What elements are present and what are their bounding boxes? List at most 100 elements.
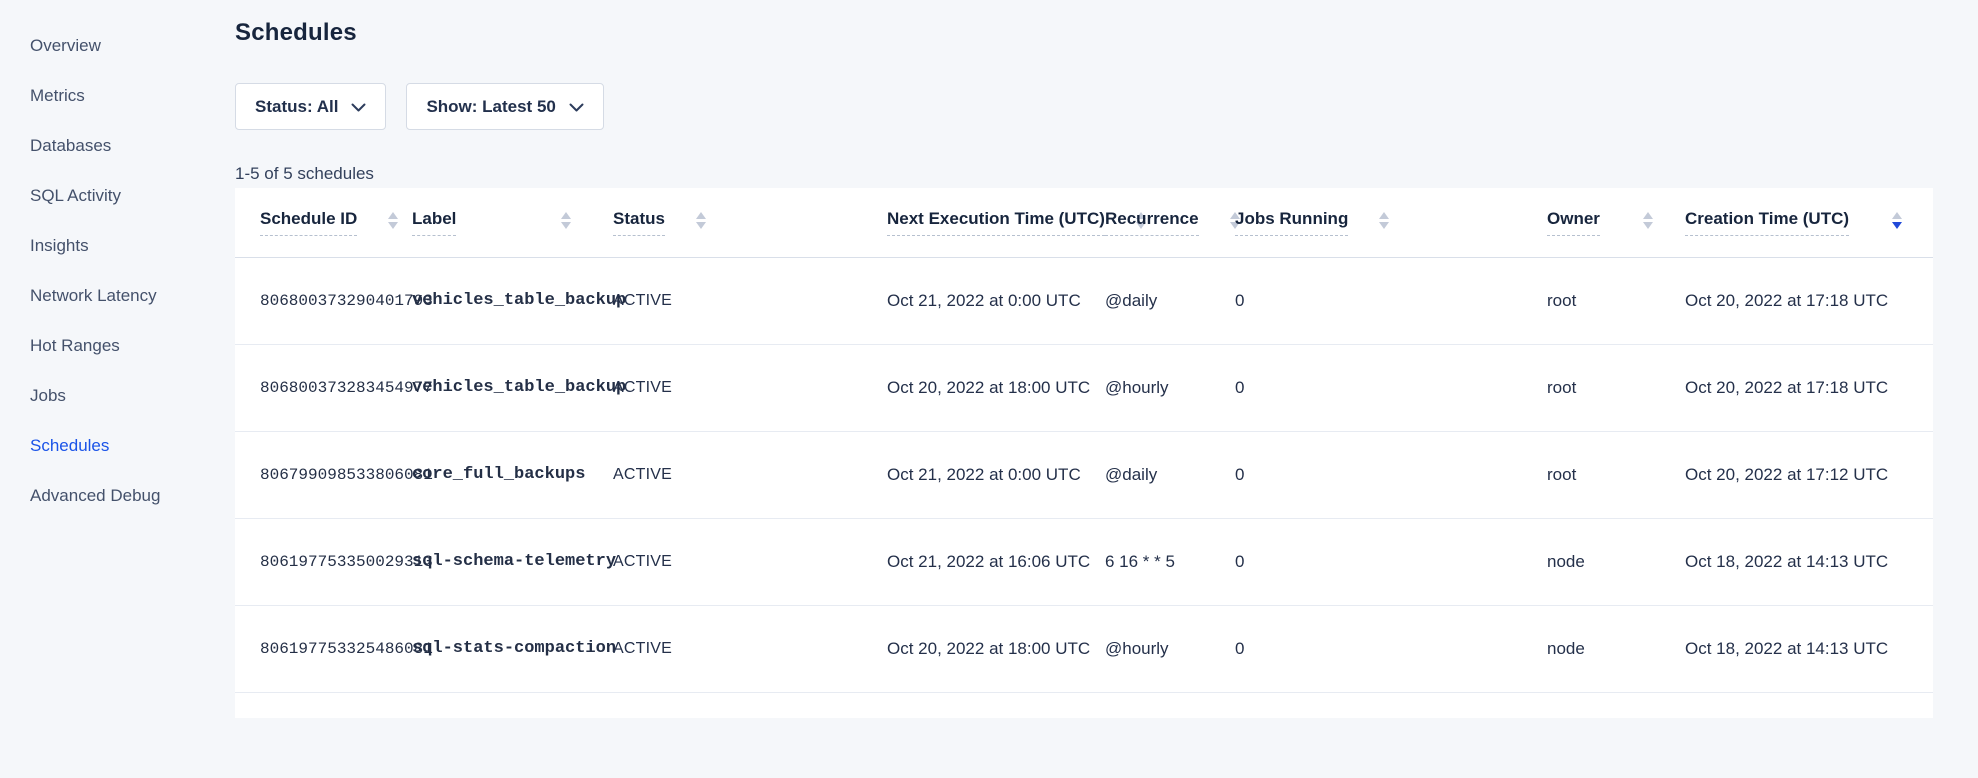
results-count: 1-5 of 5 schedules bbox=[235, 163, 1933, 185]
column-header-creation-time[interactable]: Creation Time (UTC) bbox=[1685, 188, 1933, 257]
sort-arrows-icon[interactable] bbox=[388, 212, 398, 229]
owner-cell: node bbox=[1547, 605, 1685, 692]
creation-time-cell: Oct 18, 2022 at 14:13 UTC bbox=[1685, 605, 1933, 692]
schedule-label-cell: sql-stats-compaction bbox=[412, 605, 613, 692]
schedule-label-cell: core_full_backups bbox=[412, 431, 613, 518]
schedule-label-cell: vehicles_table_backup bbox=[412, 344, 613, 431]
sort-arrows-icon[interactable] bbox=[1892, 212, 1902, 229]
show-filter-dropdown[interactable]: Show: Latest 50 bbox=[406, 83, 603, 130]
jobs-running-cell: 0 bbox=[1235, 605, 1547, 692]
show-filter-label: Show: Latest 50 bbox=[426, 97, 555, 117]
sidebar-item-label: Overview bbox=[30, 36, 101, 56]
table-header-row: Schedule ID Label Status Next Execution … bbox=[235, 188, 1933, 257]
sidebar-item-metrics[interactable]: Metrics bbox=[0, 71, 235, 121]
status-cell: ACTIVE bbox=[613, 431, 887, 518]
schedule-label-cell: vehicles_table_backup bbox=[412, 257, 613, 344]
table-row[interactable]: 806799098533806081 core_full_backups ACT… bbox=[235, 431, 1933, 518]
sidebar-item-overview[interactable]: Overview bbox=[0, 21, 235, 71]
column-header-next-execution-time[interactable]: Next Execution Time (UTC) bbox=[887, 188, 1105, 257]
sidebar-item-databases[interactable]: Databases bbox=[0, 121, 235, 171]
sort-arrows-icon[interactable] bbox=[1643, 212, 1653, 229]
status-cell: ACTIVE bbox=[613, 605, 887, 692]
owner-cell: root bbox=[1547, 431, 1685, 518]
column-header-label[interactable]: Label bbox=[412, 188, 613, 257]
chevron-down-icon bbox=[569, 97, 584, 117]
chevron-down-icon bbox=[351, 97, 366, 117]
jobs-running-cell: 0 bbox=[1235, 518, 1547, 605]
sidebar-item-label: Schedules bbox=[30, 436, 109, 456]
status-cell: ACTIVE bbox=[613, 344, 887, 431]
column-header-jobs-running[interactable]: Jobs Running bbox=[1235, 188, 1547, 257]
column-label: Status bbox=[613, 209, 665, 236]
schedule-id-cell: 806197753350029313 bbox=[235, 518, 412, 605]
sidebar-item-label: Insights bbox=[30, 236, 89, 256]
recurrence-cell: @hourly bbox=[1105, 344, 1235, 431]
next-execution-cell: Oct 21, 2022 at 0:00 UTC bbox=[887, 257, 1105, 344]
sidebar-item-label: SQL Activity bbox=[30, 186, 121, 206]
sidebar-item-label: Network Latency bbox=[30, 286, 157, 306]
jobs-running-cell: 0 bbox=[1235, 257, 1547, 344]
sidebar: Overview Metrics Databases SQL Activity … bbox=[0, 0, 235, 778]
status-filter-dropdown[interactable]: Status: All bbox=[235, 83, 386, 130]
schedules-table: Schedule ID Label Status Next Execution … bbox=[235, 188, 1933, 693]
column-label: Label bbox=[412, 209, 456, 236]
sidebar-item-jobs[interactable]: Jobs bbox=[0, 371, 235, 421]
status-filter-label: Status: All bbox=[255, 97, 338, 117]
column-label: Recurrence bbox=[1105, 209, 1199, 236]
table-row[interactable]: 806800373283454977 vehicles_table_backup… bbox=[235, 344, 1933, 431]
column-label: Next Execution Time (UTC) bbox=[887, 209, 1105, 236]
page-title: Schedules bbox=[235, 18, 1933, 47]
sort-arrows-icon[interactable] bbox=[1379, 212, 1389, 229]
jobs-running-cell: 0 bbox=[1235, 431, 1547, 518]
sidebar-item-schedules[interactable]: Schedules bbox=[0, 421, 235, 471]
filters-bar: Status: All Show: Latest 50 bbox=[235, 83, 1933, 130]
schedules-page: Schedules Status: All Show: Latest 50 1-… bbox=[235, 0, 1933, 778]
recurrence-cell: @hourly bbox=[1105, 605, 1235, 692]
next-execution-cell: Oct 20, 2022 at 18:00 UTC bbox=[887, 344, 1105, 431]
column-header-schedule-id[interactable]: Schedule ID bbox=[235, 188, 412, 257]
creation-time-cell: Oct 18, 2022 at 14:13 UTC bbox=[1685, 518, 1933, 605]
creation-time-cell: Oct 20, 2022 at 17:18 UTC bbox=[1685, 344, 1933, 431]
column-label: Jobs Running bbox=[1235, 209, 1348, 236]
column-header-status[interactable]: Status bbox=[613, 188, 887, 257]
schedule-id-cell: 806800373283454977 bbox=[235, 344, 412, 431]
owner-cell: root bbox=[1547, 257, 1685, 344]
column-label: Schedule ID bbox=[260, 209, 357, 236]
status-cell: ACTIVE bbox=[613, 518, 887, 605]
schedules-table-card: Schedule ID Label Status Next Execution … bbox=[235, 188, 1933, 718]
column-header-owner[interactable]: Owner bbox=[1547, 188, 1685, 257]
column-label: Creation Time (UTC) bbox=[1685, 209, 1849, 236]
sort-arrows-icon[interactable] bbox=[696, 212, 706, 229]
sidebar-item-network-latency[interactable]: Network Latency bbox=[0, 271, 235, 321]
next-execution-cell: Oct 21, 2022 at 16:06 UTC bbox=[887, 518, 1105, 605]
sidebar-item-label: Hot Ranges bbox=[30, 336, 120, 356]
column-header-recurrence[interactable]: Recurrence bbox=[1105, 188, 1235, 257]
sidebar-item-label: Jobs bbox=[30, 386, 66, 406]
sidebar-item-label: Metrics bbox=[30, 86, 85, 106]
table-row[interactable]: 806197753325486081 sql-stats-compaction … bbox=[235, 605, 1933, 692]
sidebar-item-sql-activity[interactable]: SQL Activity bbox=[0, 171, 235, 221]
sidebar-item-insights[interactable]: Insights bbox=[0, 221, 235, 271]
table-row[interactable]: 806197753350029313 sql-schema-telemetry … bbox=[235, 518, 1933, 605]
jobs-running-cell: 0 bbox=[1235, 344, 1547, 431]
sidebar-item-label: Advanced Debug bbox=[30, 486, 160, 506]
schedule-id-cell: 806799098533806081 bbox=[235, 431, 412, 518]
sidebar-item-label: Databases bbox=[30, 136, 111, 156]
sidebar-item-hot-ranges[interactable]: Hot Ranges bbox=[0, 321, 235, 371]
owner-cell: root bbox=[1547, 344, 1685, 431]
next-execution-cell: Oct 20, 2022 at 18:00 UTC bbox=[887, 605, 1105, 692]
recurrence-cell: @daily bbox=[1105, 431, 1235, 518]
recurrence-cell: @daily bbox=[1105, 257, 1235, 344]
recurrence-cell: 6 16 * * 5 bbox=[1105, 518, 1235, 605]
schedule-id-cell: 806197753325486081 bbox=[235, 605, 412, 692]
column-label: Owner bbox=[1547, 209, 1600, 236]
sort-arrows-icon[interactable] bbox=[561, 212, 571, 229]
table-row[interactable]: 806800373290401793 vehicles_table_backup… bbox=[235, 257, 1933, 344]
status-cell: ACTIVE bbox=[613, 257, 887, 344]
creation-time-cell: Oct 20, 2022 at 17:18 UTC bbox=[1685, 257, 1933, 344]
creation-time-cell: Oct 20, 2022 at 17:12 UTC bbox=[1685, 431, 1933, 518]
schedule-id-cell: 806800373290401793 bbox=[235, 257, 412, 344]
next-execution-cell: Oct 21, 2022 at 0:00 UTC bbox=[887, 431, 1105, 518]
schedule-label-cell: sql-schema-telemetry bbox=[412, 518, 613, 605]
sidebar-item-advanced-debug[interactable]: Advanced Debug bbox=[0, 471, 235, 521]
